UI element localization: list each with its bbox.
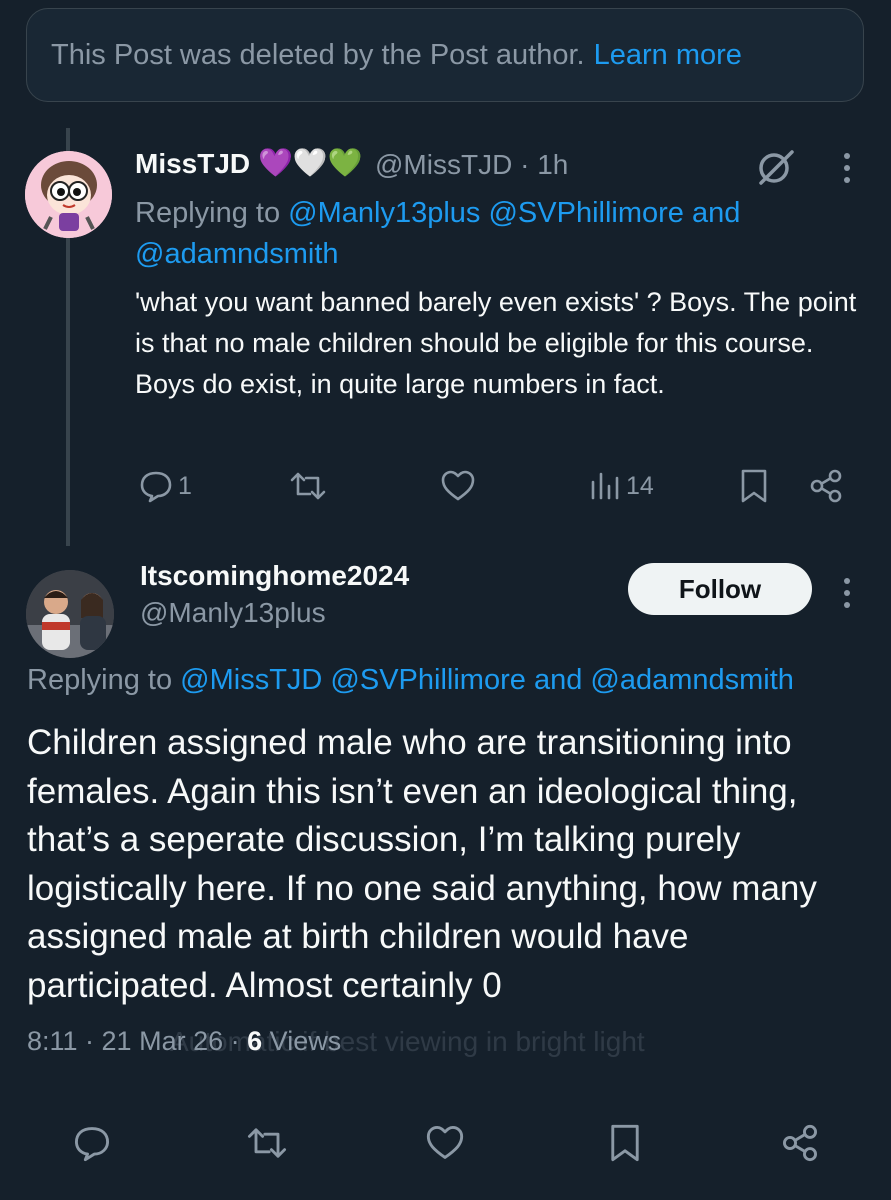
separator: · <box>520 149 538 180</box>
deleted-post-notice: This Post was deleted by the Post author… <box>26 8 864 102</box>
bookmark-button[interactable] <box>738 468 770 504</box>
reply-action-bar: 1 14 <box>0 462 891 512</box>
mention-link[interactable]: and <box>534 664 582 696</box>
reply-handle[interactable]: @MissTJD <box>375 149 512 180</box>
bookmark-button[interactable] <box>607 1123 643 1163</box>
replying-to-label: Replying to <box>27 664 173 696</box>
screen: This Post was deleted by the Post author… <box>0 0 891 1200</box>
mention-link[interactable]: @Manly13plus <box>288 197 480 229</box>
author-handle[interactable]: @Manly13plus <box>140 597 326 629</box>
repost-button[interactable] <box>245 1123 289 1163</box>
mention-link[interactable]: @SVPhillimore <box>488 197 683 229</box>
bookmark-icon <box>741 469 767 503</box>
share-button[interactable] <box>780 1123 820 1163</box>
like-button[interactable] <box>425 1123 465 1163</box>
comment-icon <box>75 1127 109 1162</box>
reply-button[interactable] <box>72 1123 112 1163</box>
mention-link[interactable]: @MissTJD <box>180 664 322 696</box>
like-button[interactable] <box>440 468 476 504</box>
mention-link[interactable]: @adamndsmith <box>135 238 339 270</box>
grok-icon[interactable] <box>755 146 797 193</box>
tweet-views-label: Views <box>269 1026 342 1056</box>
reply-handle-time[interactable]: @MissTJD · 1h <box>375 149 568 181</box>
more-options-icon[interactable] <box>834 575 860 616</box>
heart-icon <box>426 1126 464 1159</box>
reply-body: 'what you want banned barely even exists… <box>135 287 857 399</box>
views-count: 14 <box>626 471 654 500</box>
views-button[interactable]: 14 <box>588 468 654 504</box>
share-icon <box>783 1124 817 1162</box>
tweet-timestamp[interactable]: 8:11 · 21 Mar 26 · <box>27 1026 240 1056</box>
heart-icon <box>441 470 475 501</box>
share-icon <box>810 469 842 503</box>
repost-button[interactable] <box>288 468 328 504</box>
reply-time[interactable]: 1h <box>537 149 568 180</box>
repost-icon <box>247 1128 287 1158</box>
repost-icon <box>290 472 326 500</box>
learn-more-link[interactable]: Learn more <box>594 39 742 72</box>
tweet-views-count: 6 <box>247 1026 263 1056</box>
reply-button[interactable]: 1 <box>138 468 192 504</box>
mention-link[interactable]: @SVPhillimore <box>330 664 525 696</box>
analytics-icon <box>591 472 619 500</box>
avatar[interactable] <box>25 151 112 238</box>
avatar[interactable] <box>26 570 114 658</box>
reply-replying-to: Replying to @Manly13plus @SVPhillimore a… <box>135 193 825 275</box>
mention-link[interactable]: @adamndsmith <box>590 664 794 696</box>
replying-to-label: Replying to <box>135 197 281 229</box>
mention-link[interactable]: and <box>692 197 740 229</box>
deleted-notice-text: This Post was deleted by the Post author… <box>51 38 585 71</box>
tweet-metadata: 8:11 · 21 Mar 26 · 6 Views <box>27 1026 341 1057</box>
comment-icon <box>140 471 172 503</box>
reply-count: 1 <box>178 471 192 500</box>
tweet-body: Children assigned male who are transitio… <box>27 723 817 1005</box>
bookmark-icon <box>611 1124 639 1162</box>
reply-display-name[interactable]: MissTJD <box>135 148 250 180</box>
more-options-icon[interactable] <box>834 150 860 191</box>
follow-button[interactable]: Follow <box>628 563 812 615</box>
tweet-action-bar <box>0 1115 891 1170</box>
reply-name-emoji: 💜🤍💚 <box>258 147 363 178</box>
tweet-replying-to: Replying to @MissTJD @SVPhillimore and @… <box>27 664 794 697</box>
share-button[interactable] <box>808 468 844 504</box>
author-display-name[interactable]: Itscominghome2024 <box>140 560 409 592</box>
